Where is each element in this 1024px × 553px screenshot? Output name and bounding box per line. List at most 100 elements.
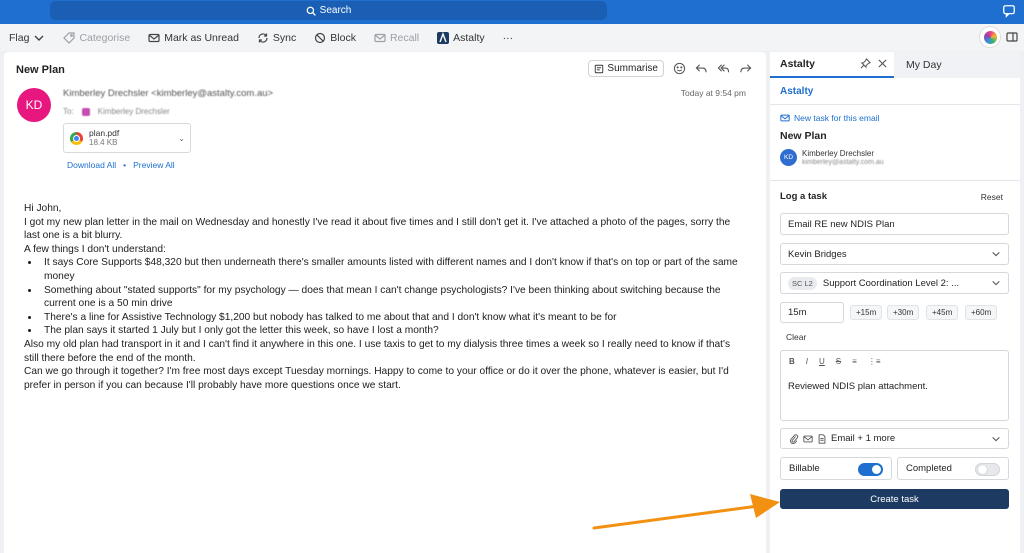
completed-toggle[interactable]: Completed [897,457,1009,480]
task-title-input[interactable]: Email RE new NDIS Plan [780,213,1009,235]
recipient-badge-icon [81,107,90,116]
bold-button[interactable]: B [789,357,795,366]
emoji-button[interactable] [672,62,686,76]
categorise-label: Categorise [79,31,131,44]
editor-toolbar: B I U S ≡ ⋮≡ [789,357,880,366]
body-paragraph: A few things I don't understand: [24,243,166,255]
feedback-icon[interactable] [1002,4,1016,18]
bullet-list-button[interactable]: ≡ [852,357,857,366]
summarise-label: Summarise [607,63,658,74]
chevron-down-icon[interactable]: ⌄ [178,134,185,143]
reading-pane: New Plan Summarise KD Kimberley Drechsle… [4,52,766,553]
contact-name: Kimberley Drechsler [802,149,875,158]
tab-my-day[interactable]: My Day [906,52,942,78]
forward-button[interactable] [738,62,752,76]
envelope-icon [803,435,813,442]
reply-all-button[interactable] [716,62,730,76]
mark-unread-label: Mark as Unread [164,31,239,44]
copilot-button[interactable] [980,27,1000,47]
body-paragraph: Can we go through it together? I'm free … [24,366,729,391]
categorise-button[interactable]: Categorise [54,24,139,51]
panel-brand: Astalty [780,86,814,97]
panel-toggle-icon[interactable] [1006,31,1018,43]
notes-text[interactable]: Reviewed NDIS plan attachment. [788,381,928,392]
add-30m-button[interactable]: +30m [887,305,920,320]
recipient-name[interactable]: Kimberley Drechsler [98,107,170,116]
panel-tabs: Astalty My Day [770,52,1020,78]
reply-button[interactable] [694,62,708,76]
strikethrough-button[interactable]: S [836,357,841,366]
sync-button[interactable]: Sync [248,24,305,51]
chevron-down-icon [991,434,1001,447]
list-item: Something about "stated supports" for my… [40,284,740,311]
chevron-down-icon [991,249,1001,262]
notes-editor[interactable]: B I U S ≡ ⋮≡ Reviewed NDIS plan attachme… [780,350,1009,421]
add-45m-button[interactable]: +45m [926,305,959,320]
task-title-value: Email RE new NDIS Plan [788,218,895,230]
tab-astalty-label: Astalty [780,58,816,70]
download-all-link[interactable]: Download All [67,160,116,170]
chevron-down-icon [991,278,1001,291]
astalty-addin-button[interactable]: Astalty [428,24,494,51]
attachment-links: Download All • Preview All [67,160,175,170]
search-label: Search [319,5,352,16]
more-button[interactable]: ··· [494,24,523,51]
list-item: There's a line for Assistive Technology … [40,311,740,325]
reset-button[interactable]: Reset [981,192,1003,202]
attachment-card[interactable]: plan.pdf 18.4 KB ⌄ [63,123,191,153]
sender-line[interactable]: Kimberley Drechsler <kimberley@astalty.c… [63,88,273,99]
title-bar: Search [0,0,1024,24]
tab-astalty[interactable]: Astalty [770,52,894,78]
billable-label: Billable [789,463,820,474]
message-timestamp: Today at 9:54 pm [680,88,746,98]
paperclip-icon [790,433,799,444]
body-bullet-list: It says Core Supports $48,320 but then u… [40,256,740,338]
chevron-down-icon[interactable] [33,32,45,44]
billable-toggle[interactable]: Billable [780,457,892,480]
annotation-arrow-icon [592,494,780,530]
underline-button[interactable]: U [819,357,825,366]
close-icon[interactable] [877,58,888,69]
body-paragraph: I got my new plan letter in the mail on … [24,216,731,242]
astalty-label: Astalty [453,31,485,44]
assignee-select[interactable]: Kevin Bridges [780,243,1009,265]
reply-all-icon [717,64,729,73]
summarise-button[interactable]: Summarise [588,60,664,77]
envelope-icon [148,33,160,42]
list-item: It says Core Supports $48,320 but then u… [40,256,740,283]
linked-items-select[interactable]: Email + 1 more [780,428,1009,449]
add-15m-button[interactable]: +15m [850,305,883,320]
assignee-value: Kevin Bridges [788,248,847,260]
summarise-icon [595,64,604,73]
search-box[interactable]: Search [50,1,607,20]
envelope-icon [780,114,790,122]
mark-unread-button[interactable]: Mark as Unread [139,24,248,51]
service-name: Support Coordination Level 2: ... [822,277,960,289]
preview-all-link[interactable]: Preview All [133,160,175,170]
copilot-icon [983,30,997,44]
attachment-size: 18.4 KB [89,138,118,147]
divider [770,180,1020,181]
sync-icon [258,32,268,43]
body-paragraph: Also my old plan had transport in it and… [24,338,731,364]
completed-switch[interactable] [975,463,1000,476]
clear-duration-button[interactable]: Clear [786,332,806,342]
block-label: Block [330,31,356,44]
recall-button[interactable]: Recall [365,24,428,51]
add-60m-button[interactable]: +60m [965,305,998,320]
duration-input[interactable]: 15m [780,302,844,323]
separator-dot: • [123,160,127,170]
document-icon [818,433,826,444]
create-task-button[interactable]: Create task [780,489,1009,509]
service-select[interactable]: SC L2 Support Coordination Level 2: ... [780,272,1009,294]
service-code-badge: SC L2 [788,276,817,290]
new-task-link[interactable]: New task for this email [780,113,880,123]
search-icon [306,6,316,16]
flag-button[interactable]: Flag [0,24,54,51]
pin-icon[interactable] [860,58,871,69]
block-button[interactable]: Block [305,24,365,51]
numbered-list-button[interactable]: ⋮≡ [868,357,881,366]
italic-button[interactable]: I [806,357,808,366]
billable-switch[interactable] [858,463,883,476]
log-task-heading: Log a task [780,191,827,202]
